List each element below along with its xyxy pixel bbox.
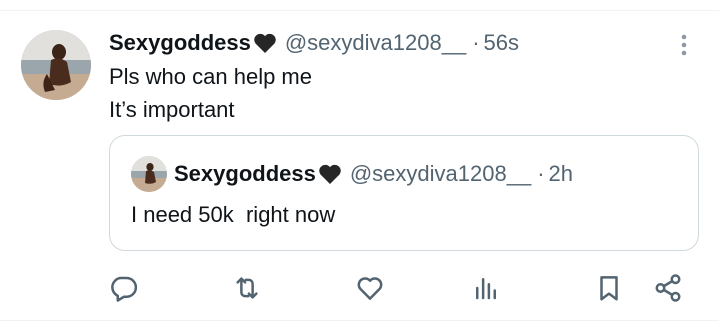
bottom-divider [0, 320, 719, 321]
top-divider [0, 10, 719, 11]
quoted-author-avatar[interactable] [131, 156, 167, 192]
quoted-post-header: Sexygoddess @sexydiva1208__ · 2h [174, 158, 573, 190]
author-display-name[interactable]: Sexygoddess [109, 30, 251, 56]
more-options-button[interactable] [668, 30, 700, 60]
separator-dot: · [472, 30, 480, 55]
views-icon [476, 278, 496, 300]
separator-dot: · [537, 161, 545, 186]
repost-icon [236, 277, 258, 299]
quoted-post-timestamp[interactable]: 2h [549, 161, 573, 187]
black-heart-icon [318, 163, 342, 185]
post-text: Pls who can help me It’s important [109, 60, 312, 126]
post-text-line: Pls who can help me [109, 64, 312, 89]
bookmark-icon [600, 276, 618, 301]
author-avatar[interactable] [21, 30, 91, 100]
quoted-post-card[interactable]: Sexygoddess @sexydiva1208__ · 2h I need … [109, 135, 699, 251]
reply-button[interactable] [104, 268, 144, 308]
post-text-line: It’s important [109, 97, 235, 122]
quoted-post-text: I need 50k right now [131, 202, 336, 227]
like-button[interactable] [350, 268, 390, 308]
views-button[interactable] [466, 268, 506, 308]
bookmark-button[interactable] [589, 268, 629, 308]
share-button[interactable] [648, 268, 688, 308]
repost-button[interactable] [227, 268, 267, 308]
quoted-author-handle[interactable]: @sexydiva1208__ [350, 161, 531, 187]
post-header: Sexygoddess @sexydiva1208__ · 56s [109, 28, 519, 58]
author-handle[interactable]: @sexydiva1208__ [285, 30, 466, 56]
more-vertical-icon [681, 34, 687, 56]
avatar-photo [21, 30, 91, 100]
black-heart-icon [253, 32, 277, 54]
quoted-author-display-name[interactable]: Sexygoddess [174, 161, 316, 187]
avatar-photo [131, 156, 167, 192]
post-timestamp[interactable]: 56s [484, 30, 519, 56]
like-icon [357, 277, 383, 300]
reply-icon [111, 276, 138, 302]
post-action-bar [0, 268, 719, 308]
share-icon [655, 274, 681, 302]
